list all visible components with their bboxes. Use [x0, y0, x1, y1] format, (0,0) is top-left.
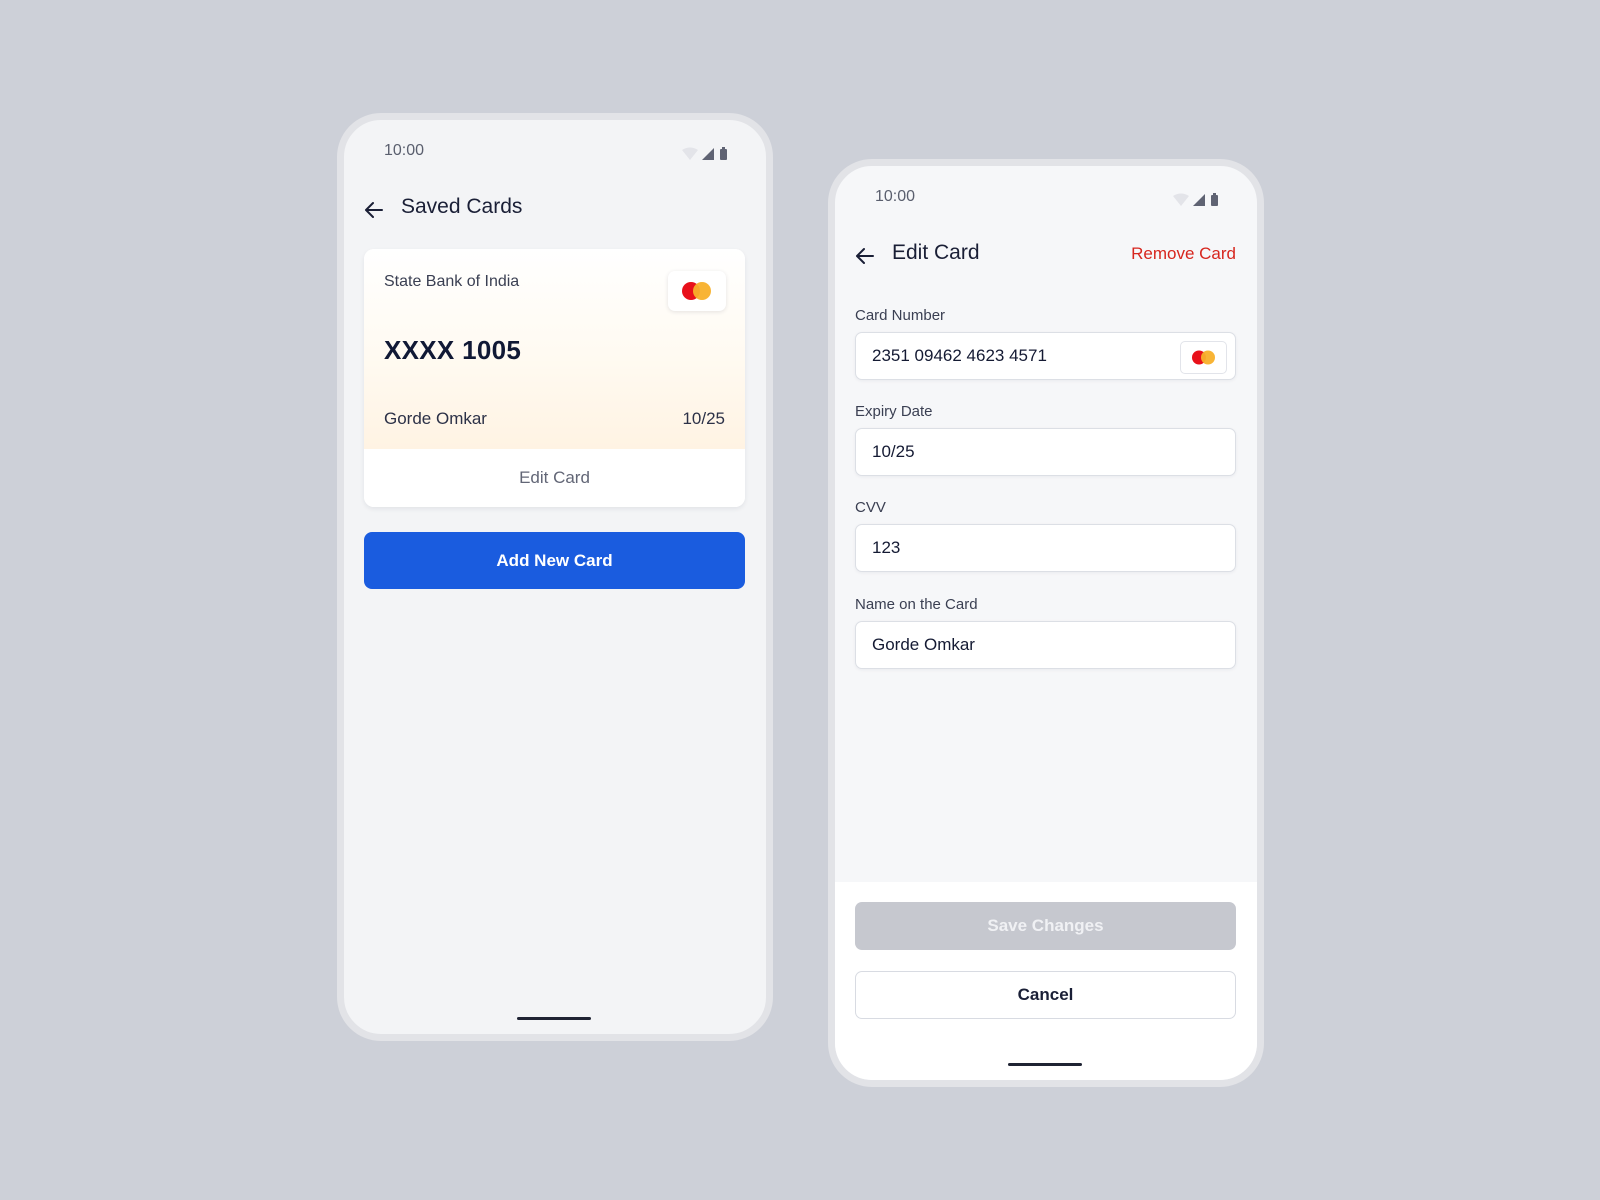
- cvv-label: CVV: [855, 499, 886, 516]
- status-bar: 10:00: [344, 142, 766, 166]
- page-title: Saved Cards: [401, 195, 523, 218]
- cvv-input[interactable]: 123: [855, 524, 1236, 572]
- app-header: Edit Card Remove Card: [835, 240, 1257, 272]
- remove-card-button[interactable]: Remove Card: [1131, 244, 1236, 264]
- mastercard-badge: [668, 271, 726, 311]
- signal-icon: [1193, 194, 1205, 206]
- save-changes-button[interactable]: Save Changes: [855, 902, 1236, 950]
- status-icons: [682, 147, 727, 160]
- footer-actions: Save Changes Cancel: [835, 882, 1257, 1080]
- mastercard-icon: [682, 282, 711, 300]
- page-title: Edit Card: [892, 241, 980, 264]
- status-bar: 10:00: [835, 188, 1257, 212]
- card-number-label: Card Number: [855, 307, 946, 324]
- edit-card-screen: 10:00 Edit Card Remove Card Card Number …: [828, 159, 1264, 1087]
- status-time: 10:00: [384, 142, 425, 159]
- cvv-value: 123: [872, 538, 901, 557]
- card-face: State Bank of India XXXX 1005 Gorde Omka…: [364, 249, 745, 449]
- mastercard-badge: [1180, 341, 1227, 374]
- card-number-input[interactable]: 2351 09462 4623 4571: [855, 332, 1236, 380]
- back-arrow-icon[interactable]: [855, 247, 875, 265]
- card-holder-name: Gorde Omkar: [384, 409, 487, 428]
- expiry-date-value: 10/25: [872, 442, 915, 461]
- status-time: 10:00: [875, 188, 916, 205]
- wifi-icon: [1173, 193, 1189, 206]
- card-masked-number: XXXX 1005: [384, 335, 522, 365]
- saved-cards-screen: 10:00 Saved Cards State Bank of India XX…: [337, 113, 773, 1041]
- expiry-date-input[interactable]: 10/25: [855, 428, 1236, 476]
- expiry-date-label: Expiry Date: [855, 403, 933, 420]
- cancel-button[interactable]: Cancel: [855, 971, 1236, 1019]
- battery-icon: [720, 149, 727, 160]
- card-expiry: 10/25: [682, 409, 725, 428]
- status-icons: [1173, 193, 1218, 206]
- name-on-card-value: Gorde Omkar: [872, 635, 975, 654]
- add-new-card-button[interactable]: Add New Card: [364, 532, 745, 589]
- app-header: Saved Cards: [344, 194, 766, 226]
- signal-icon: [702, 148, 714, 160]
- back-arrow-icon[interactable]: [364, 201, 384, 219]
- wifi-icon: [682, 147, 698, 160]
- bank-name: State Bank of India: [384, 273, 520, 290]
- mastercard-icon: [1192, 350, 1215, 365]
- edit-card-button[interactable]: Edit Card: [364, 449, 745, 507]
- home-indicator: [1008, 1063, 1082, 1066]
- card-number-value: 2351 09462 4623 4571: [872, 346, 1047, 365]
- home-indicator: [517, 1017, 591, 1020]
- name-on-card-label: Name on the Card: [855, 596, 978, 613]
- battery-icon: [1211, 195, 1218, 206]
- saved-card: State Bank of India XXXX 1005 Gorde Omka…: [364, 249, 745, 507]
- name-on-card-input[interactable]: Gorde Omkar: [855, 621, 1236, 669]
